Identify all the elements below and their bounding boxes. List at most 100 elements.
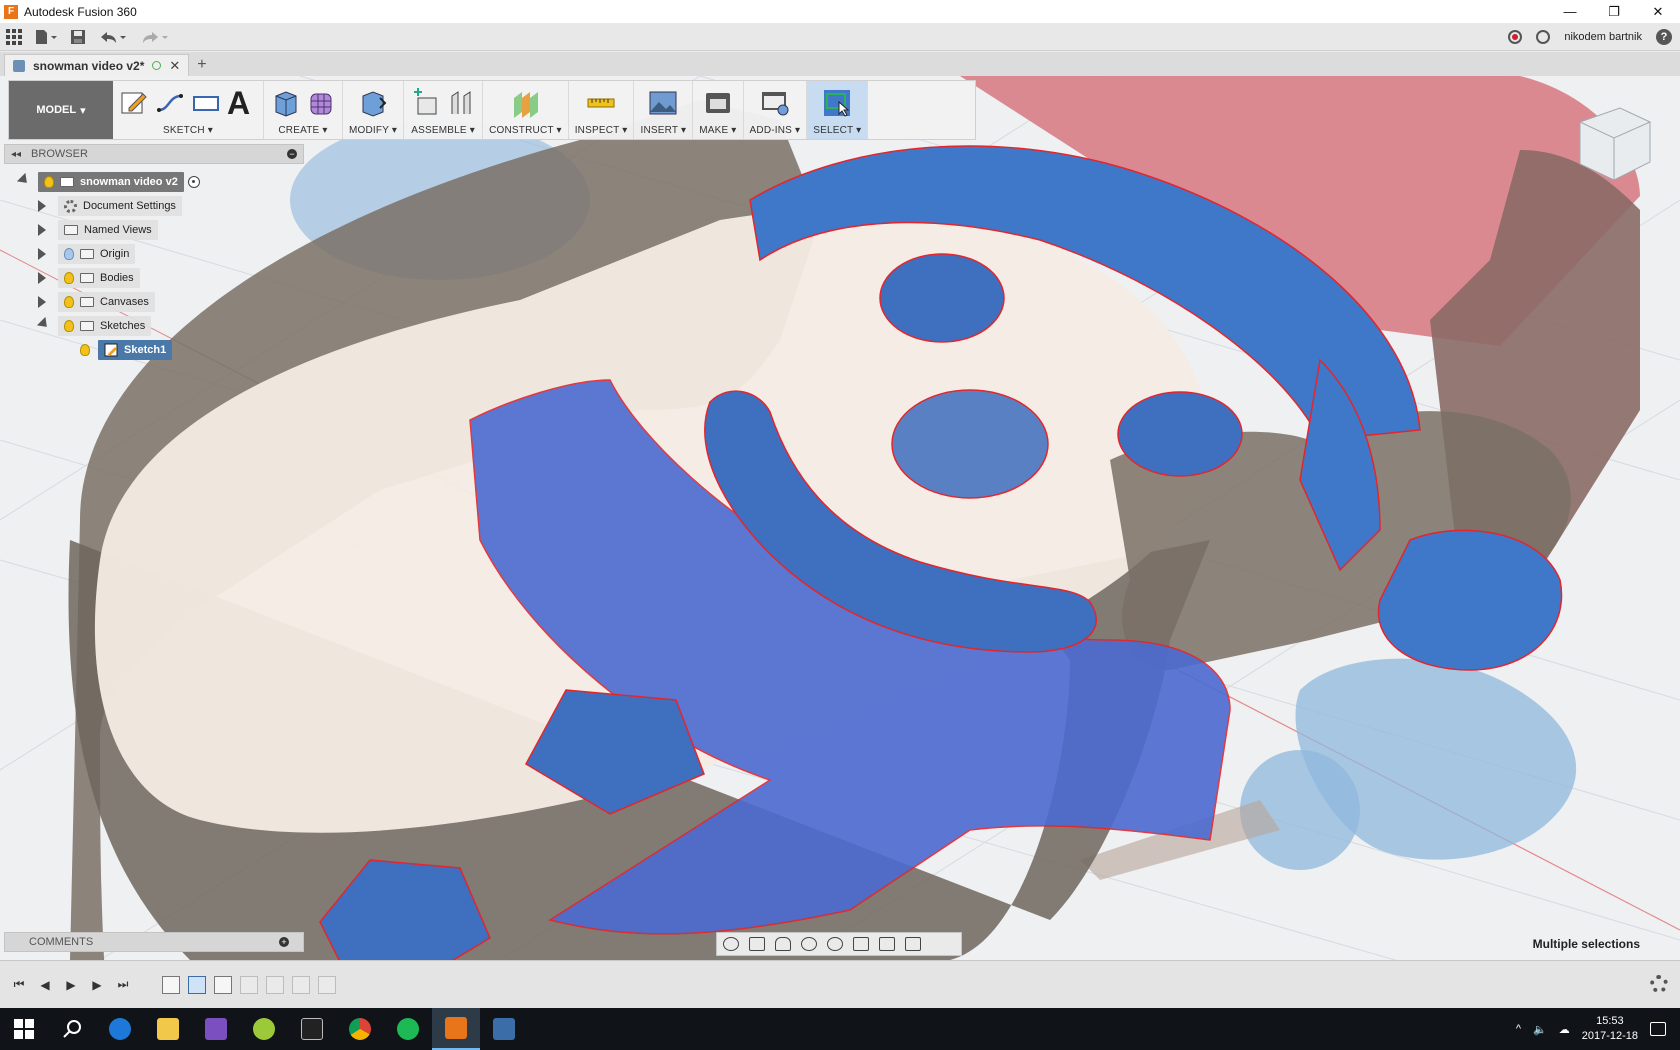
modify-menu[interactable]: MODIFY ▾ <box>349 125 397 136</box>
browser-item-sketch1[interactable]: Sketch1 <box>80 340 173 360</box>
canvas-viewport[interactable] <box>0 76 1680 960</box>
sketch-menu[interactable]: SKETCH ▾ <box>163 125 213 136</box>
zoom-icon[interactable] <box>801 937 817 951</box>
play-icon[interactable]: ▶ <box>62 977 80 993</box>
save-icon[interactable] <box>64 25 92 49</box>
skip-to-start-icon[interactable]: ⏮ <box>10 977 28 993</box>
help-icon[interactable]: ? <box>1656 29 1672 45</box>
3d-print-icon[interactable] <box>703 88 733 118</box>
action-center-icon[interactable] <box>1650 1022 1666 1036</box>
camera-app-icon[interactable] <box>480 1008 528 1050</box>
workspace-switcher[interactable]: MODEL ▾ <box>9 81 113 139</box>
browser-item-canvases[interactable]: Canvases <box>38 292 155 312</box>
look-at-icon[interactable] <box>749 937 765 951</box>
browser-item-named-views[interactable]: Named Views <box>38 220 158 240</box>
minimize-browser-icon[interactable]: − <box>287 149 297 159</box>
timeline-feature-extrude[interactable] <box>214 975 232 994</box>
measure-icon[interactable] <box>586 88 616 118</box>
pan-hand-icon[interactable] <box>775 937 791 951</box>
form-icon[interactable] <box>306 88 336 118</box>
app-green-icon[interactable] <box>240 1008 288 1050</box>
orbit-icon[interactable] <box>723 937 739 951</box>
model-scene[interactable] <box>0 76 1680 960</box>
step-back-icon[interactable]: ◀ <box>36 977 54 993</box>
visibility-bulb-icon[interactable] <box>64 320 74 332</box>
inspect-menu[interactable]: INSPECT ▾ <box>575 125 628 136</box>
offset-plane-icon[interactable] <box>510 88 540 118</box>
timeline-feature-suppressed[interactable] <box>292 975 310 994</box>
visibility-bulb-icon[interactable] <box>64 248 74 260</box>
fusion-360-taskbar-icon[interactable] <box>432 1008 480 1050</box>
create-sketch-icon[interactable] <box>119 88 149 118</box>
browser-item-origin[interactable]: Origin <box>38 244 136 264</box>
timeline-feature-sketch[interactable] <box>188 975 206 994</box>
joint-icon[interactable] <box>446 88 476 118</box>
document-tab[interactable]: snowman video v2* ✕ <box>4 54 190 76</box>
onedrive-cloud-icon[interactable]: ☁ <box>1559 1023 1570 1036</box>
skip-to-end-icon[interactable]: ⏭ <box>114 977 132 993</box>
timeline-feature-suppressed[interactable] <box>266 975 284 994</box>
visibility-bulb-icon[interactable] <box>80 344 90 356</box>
add-ins-menu[interactable]: ADD-INS ▾ <box>750 125 801 136</box>
visibility-bulb-icon[interactable] <box>44 176 54 188</box>
terminal-icon[interactable] <box>288 1008 336 1050</box>
activate-target-icon[interactable] <box>187 176 200 188</box>
close-tab-icon[interactable]: ✕ <box>169 58 180 74</box>
add-comment-icon[interactable]: + <box>279 937 289 947</box>
line-tool-icon[interactable] <box>155 88 185 118</box>
browser-item-sketches[interactable]: Sketches <box>36 316 152 336</box>
viewports-icon[interactable] <box>905 937 921 951</box>
taskbar-clock[interactable]: 15:53 2017-12-18 <box>1582 1014 1638 1044</box>
close-button[interactable]: ✕ <box>1636 0 1680 23</box>
insert-menu[interactable]: INSERT ▾ <box>640 125 686 136</box>
start-windows-icon[interactable] <box>0 1008 48 1050</box>
select-tool-icon[interactable] <box>822 88 852 118</box>
undo-icon[interactable] <box>92 25 134 49</box>
file-explorer-icon[interactable] <box>144 1008 192 1050</box>
visual-studio-icon[interactable] <box>192 1008 240 1050</box>
new-tab-button[interactable]: + <box>197 56 206 76</box>
data-panel-grid-icon[interactable] <box>0 25 28 49</box>
file-menu-icon[interactable] <box>28 25 64 49</box>
spotify-icon[interactable] <box>384 1008 432 1050</box>
timeline-settings-gear-icon[interactable] <box>1650 975 1668 993</box>
user-account-menu[interactable]: nikodem bartnik <box>1564 31 1642 43</box>
rectangle-tool-icon[interactable] <box>191 88 221 118</box>
select-menu[interactable]: SELECT ▾ <box>813 125 861 136</box>
minimize-button[interactable]: — <box>1548 0 1592 23</box>
search-icon[interactable] <box>48 1008 96 1050</box>
timeline-feature-canvas[interactable] <box>162 975 180 994</box>
browser-header[interactable]: ◂◂ BROWSER − <box>4 144 304 164</box>
timeline-feature-suppressed[interactable] <box>240 975 258 994</box>
press-pull-icon[interactable] <box>358 88 388 118</box>
new-component-icon[interactable] <box>410 88 440 118</box>
assemble-menu[interactable]: ASSEMBLE ▾ <box>411 125 475 136</box>
insert-image-icon[interactable] <box>648 88 678 118</box>
step-forward-icon[interactable]: ▶ <box>88 977 106 993</box>
volume-icon[interactable]: 🔈 <box>1533 1023 1547 1036</box>
redo-icon[interactable] <box>134 25 176 49</box>
job-status-clock-icon[interactable] <box>1536 30 1551 44</box>
grid-settings-icon[interactable] <box>879 937 895 951</box>
browser-item-document-settings[interactable]: Document Settings <box>38 196 182 216</box>
timeline-feature-suppressed[interactable] <box>318 975 336 994</box>
create-menu[interactable]: CREATE ▾ <box>278 125 327 136</box>
browser-root-row[interactable]: snowman video v2 <box>16 172 200 192</box>
record-icon[interactable] <box>1508 30 1523 44</box>
collapse-panel-icon[interactable]: ◂◂ <box>11 149 21 160</box>
fit-icon[interactable] <box>827 937 843 951</box>
scripts-add-ins-icon[interactable] <box>760 88 790 118</box>
display-settings-icon[interactable] <box>853 937 869 951</box>
comments-panel[interactable]: COMMENTS + <box>4 932 304 952</box>
edge-browser-icon[interactable] <box>96 1008 144 1050</box>
make-menu[interactable]: MAKE ▾ <box>699 125 736 136</box>
chevron-up-icon[interactable]: ^ <box>1516 1023 1521 1035</box>
restore-button[interactable]: ❐ <box>1592 0 1636 23</box>
visibility-bulb-icon[interactable] <box>64 272 74 284</box>
chrome-icon[interactable] <box>336 1008 384 1050</box>
browser-item-bodies[interactable]: Bodies <box>38 268 140 288</box>
extrude-icon[interactable] <box>270 88 300 118</box>
text-tool-icon[interactable]: A <box>227 87 257 119</box>
visibility-bulb-icon[interactable] <box>64 296 74 308</box>
construct-menu[interactable]: CONSTRUCT ▾ <box>489 125 562 136</box>
